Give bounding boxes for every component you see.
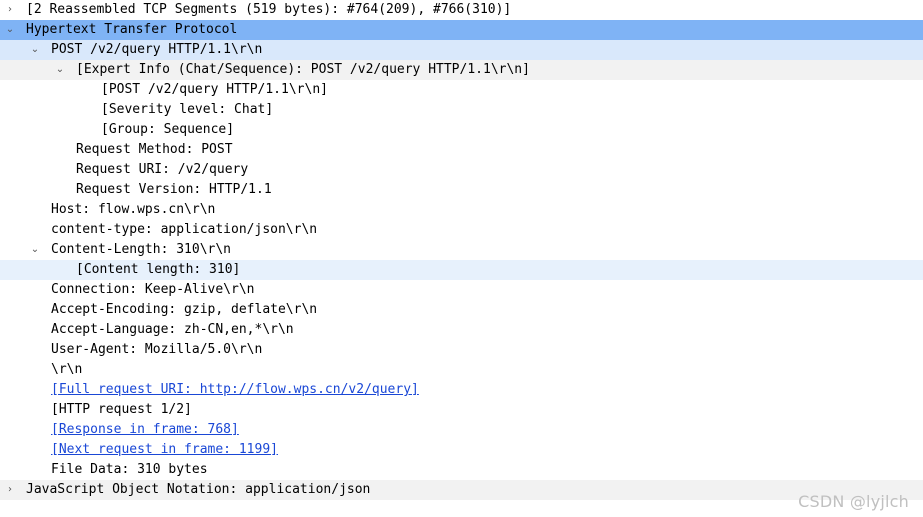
tree-row-label: POST /v2/query HTTP/1.1\r\n — [51, 42, 263, 57]
tree-row[interactable]: [Full request URI: http://flow.wps.cn/v2… — [0, 380, 923, 400]
tree-row-label: [POST /v2/query HTTP/1.1\r\n] — [101, 82, 328, 97]
tree-row-label: [2 Reassembled TCP Segments (519 bytes):… — [26, 2, 512, 17]
tree-row-link[interactable]: [Response in frame: 768] — [51, 420, 239, 440]
tree-row[interactable]: [Group: Sequence] — [0, 120, 923, 140]
tree-row[interactable]: [Severity level: Chat] — [0, 100, 923, 120]
tree-row-label: Request Method: POST — [76, 142, 233, 157]
tree-row[interactable]: ⌄ Content-Length: 310\r\n — [0, 240, 923, 260]
tree-row[interactable]: [Response in frame: 768] — [0, 420, 923, 440]
tree-row[interactable]: ⌄ POST /v2/query HTTP/1.1\r\n — [0, 40, 923, 60]
tree-row[interactable]: Accept-Language: zh-CN,en,*\r\n — [0, 320, 923, 340]
collapse-arrow-icon[interactable]: ⌄ — [29, 40, 41, 60]
tree-row[interactable]: Host: flow.wps.cn\r\n — [0, 200, 923, 220]
tree-row-label: Connection: Keep-Alive\r\n — [51, 282, 255, 297]
tree-row-label: content-type: application/json\r\n — [51, 222, 318, 237]
tree-row[interactable]: Connection: Keep-Alive\r\n — [0, 280, 923, 300]
tree-row[interactable]: content-type: application/json\r\n — [0, 220, 923, 240]
tree-row-label: [Content length: 310] — [76, 262, 241, 277]
tree-row[interactable]: Request Method: POST — [0, 140, 923, 160]
tree-row[interactable]: File Data: 310 bytes — [0, 460, 923, 480]
tree-row[interactable]: [POST /v2/query HTTP/1.1\r\n] — [0, 80, 923, 100]
tree-row[interactable]: Accept-Encoding: gzip, deflate\r\n — [0, 300, 923, 320]
tree-row[interactable]: Request URI: /v2/query — [0, 160, 923, 180]
tree-row-label: Accept-Encoding: gzip, deflate\r\n — [51, 302, 318, 317]
collapse-arrow-icon[interactable]: ⌄ — [29, 240, 41, 260]
tree-row-label: Hypertext Transfer Protocol — [26, 22, 238, 37]
tree-row[interactable]: › [2 Reassembled TCP Segments (519 bytes)… — [0, 0, 923, 20]
tree-row-label: \r\n — [51, 362, 83, 377]
tree-row-label: [HTTP request 1/2] — [51, 402, 192, 417]
tree-row-label: [Expert Info (Chat/Sequence): POST /v2/q… — [76, 62, 530, 77]
tree-row-label: Content-Length: 310\r\n — [51, 242, 232, 257]
tree-row-label: File Data: 310 bytes — [51, 462, 208, 477]
tree-row[interactable]: Request Version: HTTP/1.1 — [0, 180, 923, 200]
tree-row-label: Request URI: /v2/query — [76, 162, 249, 177]
tree-row-label: JavaScript Object Notation: application/… — [26, 482, 371, 497]
tree-rows: › [2 Reassembled TCP Segments (519 bytes)… — [0, 0, 923, 500]
tree-row[interactable]: [HTTP request 1/2] — [0, 400, 923, 420]
tree-row-link[interactable]: [Full request URI: http://flow.wps.cn/v2… — [51, 380, 419, 400]
packet-details-tree: › [2 Reassembled TCP Segments (519 bytes)… — [0, 0, 923, 517]
tree-row[interactable]: User-Agent: Mozilla/5.0\r\n — [0, 340, 923, 360]
tree-row-label: [Group: Sequence] — [101, 122, 235, 137]
watermark-text: CSDN @lyjlch — [798, 492, 909, 511]
collapse-arrow-icon[interactable]: ⌄ — [4, 20, 16, 40]
tree-row-label: Host: flow.wps.cn\r\n — [51, 202, 216, 217]
tree-row-label: [Severity level: Chat] — [101, 102, 274, 117]
tree-row[interactable]: › JavaScript Object Notation: application… — [0, 480, 923, 500]
tree-row-label: User-Agent: Mozilla/5.0\r\n — [51, 342, 263, 357]
tree-row[interactable]: [Next request in frame: 1199] — [0, 440, 923, 460]
tree-row[interactable]: [Content length: 310] — [0, 260, 923, 280]
expand-arrow-icon[interactable]: › — [4, 480, 16, 500]
tree-row[interactable]: ⌄ Hypertext Transfer Protocol — [0, 20, 923, 40]
collapse-arrow-icon[interactable]: ⌄ — [54, 60, 66, 80]
expand-arrow-icon[interactable]: › — [4, 0, 16, 20]
tree-row-label: Accept-Language: zh-CN,en,*\r\n — [51, 322, 294, 337]
tree-row[interactable]: \r\n — [0, 360, 923, 380]
tree-row-label: Request Version: HTTP/1.1 — [76, 182, 272, 197]
tree-row[interactable]: ⌄ [Expert Info (Chat/Sequence): POST /v2/… — [0, 60, 923, 80]
tree-row-link[interactable]: [Next request in frame: 1199] — [51, 440, 278, 460]
